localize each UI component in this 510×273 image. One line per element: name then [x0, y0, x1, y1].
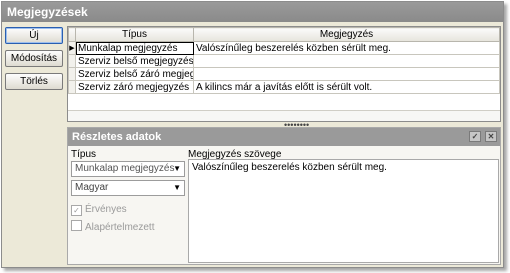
- details-panel: Részletes adatok ✓ ✕ Típus Munkalap megj…: [67, 127, 501, 265]
- table-row[interactable]: ▶ Munkalap megjegyzés Valószínűleg besze…: [68, 41, 500, 55]
- table-row[interactable]: Szerviz belső záró megjegyzés: [68, 67, 500, 81]
- checked-icon: ✓: [71, 205, 82, 216]
- default-checkbox[interactable]: Alapértelmezett: [71, 220, 154, 233]
- cancel-icon[interactable]: ✕: [485, 131, 497, 142]
- valid-checkbox[interactable]: ✓ Érvényes: [71, 204, 127, 216]
- details-title: Részletes adatok: [72, 131, 162, 143]
- language-select[interactable]: Magyar ▼: [71, 180, 185, 196]
- type-select[interactable]: Munkalap megjegyzés ▼: [71, 161, 185, 177]
- cell-type[interactable]: Munkalap megjegyzés: [75, 41, 194, 55]
- row-indicator: [68, 80, 76, 94]
- cell-type[interactable]: Szerviz záró megjegyzés: [75, 80, 194, 94]
- column-header-note[interactable]: Megjegyzés: [193, 27, 500, 42]
- row-indicator-header: [68, 27, 76, 42]
- action-buttons: Új Módosítás Törlés: [5, 27, 63, 96]
- valid-label: Érvényes: [85, 204, 127, 215]
- window-title: Megjegyzések: [2, 2, 503, 22]
- confirm-icon[interactable]: ✓: [469, 131, 481, 142]
- notes-window: Megjegyzések Új Módosítás Törlés Típus M…: [1, 1, 504, 268]
- cell-type[interactable]: Szerviz belső megjegyzés: [75, 54, 194, 68]
- type-label: Típus: [71, 149, 97, 160]
- cell-note[interactable]: A kilincs már a javítás előtt is sérült …: [193, 80, 500, 94]
- cell-type[interactable]: Szerviz belső záró megjegyzés: [75, 67, 194, 81]
- cell-note[interactable]: Valószínűleg beszerelés közben sérült me…: [193, 41, 500, 55]
- checkbox-box: [71, 220, 82, 231]
- language-select-value: Magyar: [75, 182, 109, 193]
- dropdown-arrow-icon[interactable]: ▼: [173, 181, 181, 195]
- grid-header-row: Típus Megjegyzés: [68, 27, 500, 42]
- details-header: Részletes adatok ✓ ✕: [68, 128, 500, 146]
- delete-button[interactable]: Törlés: [5, 73, 63, 90]
- default-label: Alapértelmezett: [85, 222, 155, 233]
- row-indicator: [68, 67, 76, 81]
- new-button[interactable]: Új: [5, 27, 63, 44]
- column-header-type[interactable]: Típus: [75, 27, 194, 42]
- cell-note[interactable]: [193, 54, 500, 68]
- notes-grid[interactable]: Típus Megjegyzés ▶ Munkalap megjegyzés V…: [67, 26, 501, 122]
- dropdown-arrow-icon[interactable]: ▼: [173, 162, 181, 176]
- cell-note[interactable]: [193, 67, 500, 81]
- edit-button[interactable]: Módosítás: [5, 50, 63, 67]
- row-indicator: [68, 54, 76, 68]
- type-select-value: Munkalap megjegyzés: [75, 163, 175, 174]
- note-textarea[interactable]: Valószínűleg beszerelés közben sérült me…: [188, 159, 499, 263]
- current-row-arrow-icon: ▶: [68, 41, 76, 55]
- table-row[interactable]: Szerviz záró megjegyzés A kilincs már a …: [68, 80, 500, 94]
- table-row[interactable]: Szerviz belső megjegyzés: [68, 54, 500, 68]
